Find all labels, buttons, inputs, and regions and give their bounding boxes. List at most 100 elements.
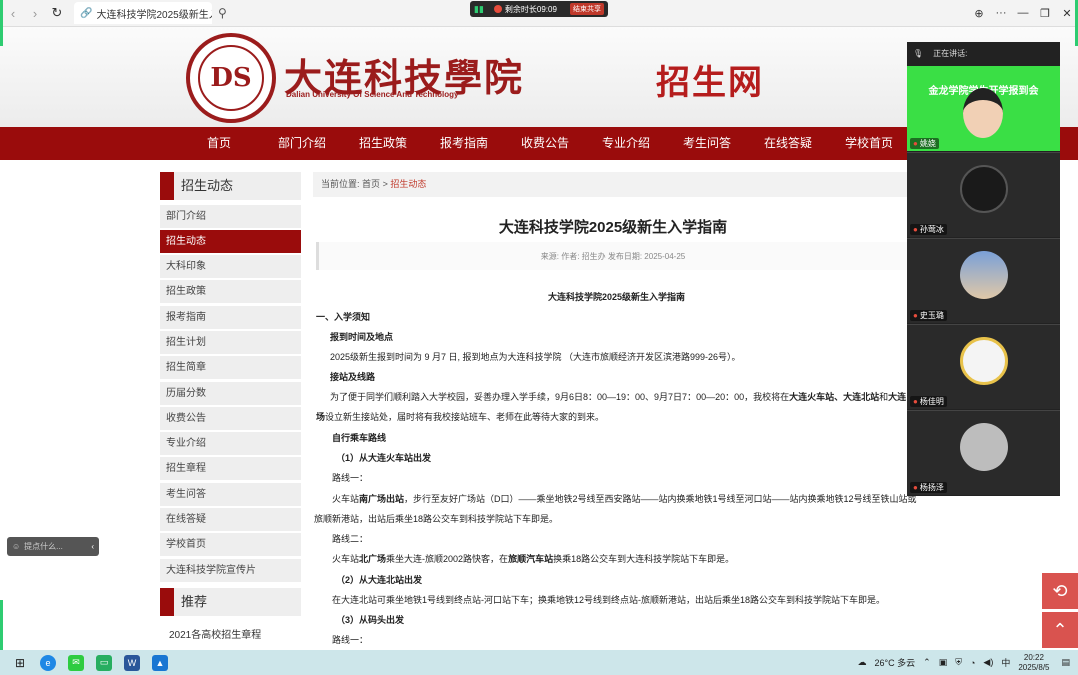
nav-majors[interactable]: 专业介绍 xyxy=(602,127,650,160)
sidebar-item[interactable]: 报考指南 xyxy=(160,306,301,329)
breadcrumb-current[interactable]: 招生动态 xyxy=(390,179,426,189)
meeting-app-icon[interactable]: ▲ xyxy=(152,654,168,671)
back-icon[interactable]: ⟲ xyxy=(1042,573,1078,609)
floating-assistant[interactable]: ☺ 提点什么... ‹ xyxy=(7,537,99,556)
text-run: 北广场 xyxy=(359,554,387,564)
nav-policy[interactable]: 招生政策 xyxy=(359,127,407,160)
speaker-video xyxy=(963,88,1003,138)
nav-departments[interactable]: 部门介绍 xyxy=(278,127,326,160)
mic-icon: 🎙 xyxy=(913,48,924,58)
sidebar-item[interactable]: 学校首页 xyxy=(160,533,301,556)
vc-main-video[interactable]: 金龙学院学生开学报到会 ●姚娆 xyxy=(907,66,1060,151)
wechat-icon[interactable]: ✉ xyxy=(68,654,84,671)
more-icon[interactable]: ··· xyxy=(990,7,1012,19)
sidebar-item[interactable]: 招生计划 xyxy=(160,331,301,354)
back-to-top-icon[interactable]: ⌃ xyxy=(1042,612,1078,648)
sidebar-item-active[interactable]: 招生动态 xyxy=(160,230,301,253)
volume-icon[interactable]: ◀) xyxy=(983,657,993,668)
recommend-title: 推荐 xyxy=(160,588,301,616)
tray-chevron-icon[interactable]: ⌃ xyxy=(923,657,931,668)
clock-time: 20:22 xyxy=(1023,652,1044,662)
route-label: 路线一： xyxy=(332,635,369,645)
text-run: 大连火车站、大连北站 xyxy=(789,392,880,402)
participant-name-text: 孙莺冰 xyxy=(919,225,944,234)
recommend-item[interactable]: 2021各高校招生章程 xyxy=(169,626,261,641)
sidebar-item[interactable]: 招生章程 xyxy=(160,457,301,480)
school-name-en: Dalian University Of Science And Technol… xyxy=(286,90,459,99)
nav-online[interactable]: 在线答疑 xyxy=(764,127,812,160)
vc-tile[interactable]: ● 杨扬泽 xyxy=(907,410,1060,495)
sub-heading: 自行乘车路线 xyxy=(332,433,387,443)
sidebar-item[interactable]: 专业介绍 xyxy=(160,432,301,455)
sidebar-item[interactable]: 招生政策 xyxy=(160,280,301,303)
sidebar-item[interactable]: 大连科技学院宣传片 xyxy=(160,559,301,582)
taskbar: ⊞ e ✉ ▭ W ▲ ☁ 26°C 多云 ⌃ ▣ ⛨ ◔ ◀) 中 20:22… xyxy=(0,650,1078,675)
avatar xyxy=(960,251,1008,299)
search-icon[interactable]: ⚲ xyxy=(218,6,227,20)
mic-muted-icon: ● xyxy=(913,483,918,492)
sidebar-item[interactable]: 部门介绍 xyxy=(160,205,301,228)
route-label: 路线二： xyxy=(332,534,369,544)
shield-icon[interactable]: ⛨ xyxy=(955,657,962,668)
text-run: 和 xyxy=(879,392,889,402)
nav-guide[interactable]: 报考指南 xyxy=(440,127,488,160)
avatar xyxy=(960,165,1008,213)
sidebar-item[interactable]: 大科印象 xyxy=(160,255,301,278)
back-arrow-icon[interactable]: ‹ xyxy=(4,4,22,22)
school-logo[interactable]: DS xyxy=(186,33,276,123)
windows-start-icon[interactable]: ⊞ xyxy=(12,655,28,671)
sidebar-item[interactable]: 招生简章 xyxy=(160,356,301,379)
forward-arrow-icon[interactable]: › xyxy=(26,4,44,22)
input-method-icon[interactable]: 中 xyxy=(1001,656,1010,669)
weather[interactable]: 26°C 多云 xyxy=(875,656,916,669)
breadcrumb-sep: > xyxy=(382,179,388,189)
vc-tile[interactable]: ● 杨佳明 xyxy=(907,324,1060,409)
browser-tab[interactable]: 🔗 大连科技学院2025级新生入学 ✕ xyxy=(74,2,212,24)
article-title: 大连科技学院2025级新生入学指南 xyxy=(498,219,728,236)
share-border xyxy=(0,600,3,650)
text-run: ，步行至友好广场站（D口）——乘坐地铁2号线至西安路站——站内换乘地铁1号线至河… xyxy=(404,494,917,504)
vc-header: 🎙 正在讲话: xyxy=(907,42,1060,64)
paragraph: 旅顺新港站，出站后乘坐18路公交车到科技学院站下车即是。 xyxy=(314,514,559,524)
text-run: 南广场出站 xyxy=(359,494,405,504)
vc-tile[interactable]: ● 孙莺冰 xyxy=(907,152,1060,237)
edge-browser-icon[interactable]: e xyxy=(40,654,56,671)
mic-muted-icon: ● xyxy=(913,397,918,406)
restore-icon[interactable]: ❐ xyxy=(1034,7,1056,20)
breadcrumb-home[interactable]: 首页 xyxy=(362,179,380,189)
vc-tile[interactable]: ● 史玉璐 xyxy=(907,238,1060,323)
sidebar-item[interactable]: 历届分数 xyxy=(160,382,301,405)
minimize-icon[interactable]: — xyxy=(1012,7,1034,19)
tray-app-icon[interactable]: ▣ xyxy=(939,657,948,668)
section-heading: 一、入学须知 xyxy=(316,312,371,322)
clock[interactable]: 20:22 2025/8/5 xyxy=(1018,653,1049,673)
paragraph: 在大连北站可乘坐地铁1号线到终点站-河口站下车；换乘地铁12号线到终点站-旅顺新… xyxy=(332,595,886,605)
article-meta: 来源: 作者: 招生办 发布日期: 2025-04-25 xyxy=(540,252,686,261)
speaking-label: 正在讲话: xyxy=(933,48,968,58)
sub-heading: （2）从大连北站出发 xyxy=(336,575,423,585)
nav-school[interactable]: 学校首页 xyxy=(845,127,893,160)
sidebar-item[interactable]: 在线答疑 xyxy=(160,508,301,531)
text-run: 乘坐大连-旅顺2002路快客，在 xyxy=(386,554,509,564)
word-icon[interactable]: W xyxy=(124,654,140,671)
notification-icon[interactable]: ▤ xyxy=(1061,657,1070,668)
text-run: 大连 xyxy=(888,392,907,402)
nav-qa[interactable]: 考生问答 xyxy=(683,127,731,160)
refresh-icon[interactable]: ↻ xyxy=(48,4,66,22)
avatar xyxy=(960,337,1008,385)
text-run: 旅顺汽车站 xyxy=(508,554,554,564)
paragraph: 为了便于同学们顺利踏入大学校园，妥善办理入学手续，9月6日8：00—19：00、… xyxy=(330,390,907,403)
collapse-icon[interactable]: ‹ xyxy=(91,542,94,551)
nav-home[interactable]: 首页 xyxy=(207,127,231,160)
sub-heading: （3）从码头出发 xyxy=(336,615,405,625)
nav-fees[interactable]: 收费公告 xyxy=(521,127,569,160)
sidebar-item[interactable]: 考生问答 xyxy=(160,483,301,506)
route-label: 路线一： xyxy=(332,473,369,483)
text-run: 火车站 xyxy=(332,554,360,564)
remaining-time: 剩余时长09:09 xyxy=(504,4,557,14)
sidebar-item[interactable]: 收费公告 xyxy=(160,407,301,430)
globe-icon[interactable]: ⊕ xyxy=(968,7,990,20)
screen-share-icon[interactable]: ▭ xyxy=(96,654,112,671)
wifi-icon[interactable]: ◔ xyxy=(970,658,975,668)
end-share-button[interactable]: 结束共享 xyxy=(570,3,604,15)
